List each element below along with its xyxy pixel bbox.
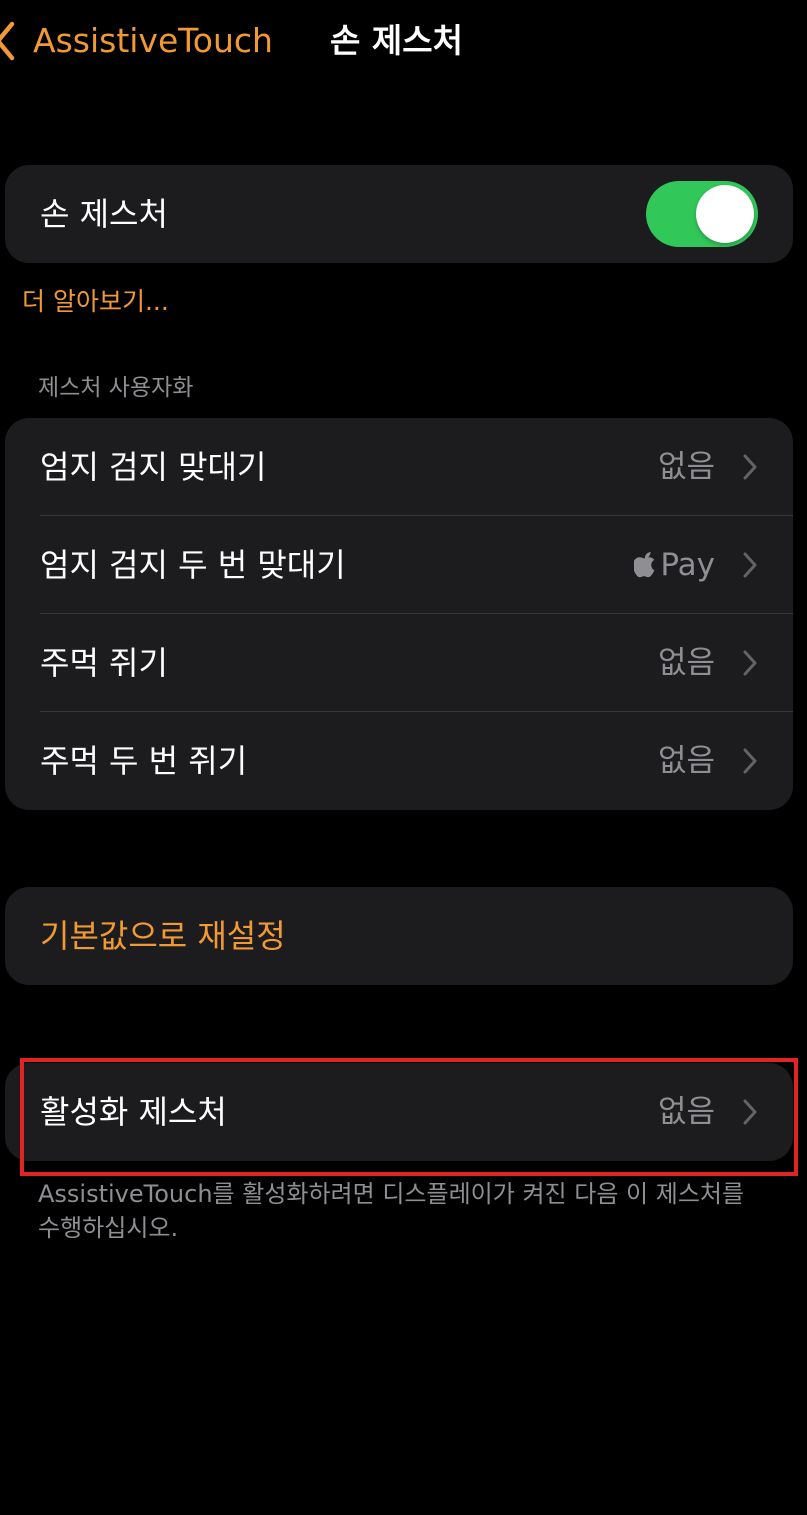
chevron-right-icon	[743, 748, 757, 774]
gesture-value: 없음	[657, 743, 715, 779]
gesture-row-double-pinch[interactable]: 엄지 검지 두 번 맞대기 Pay	[5, 516, 793, 614]
gesture-label: 엄지 검지 맞대기	[40, 448, 267, 486]
activation-gesture-row[interactable]: 활성화 제스처 없음	[5, 1063, 793, 1161]
apple-pay-text: Pay	[660, 547, 715, 583]
activation-footer-note: AssistiveTouch를 활성화하려면 디스플레이가 켜진 다음 이 제스…	[38, 1180, 745, 1242]
navigation-bar: AssistiveTouch 손 제스처	[0, 0, 807, 90]
learn-more-link[interactable]: 더 알아보기...	[22, 282, 169, 318]
hand-gesture-toggle-label: 손 제스처	[40, 195, 168, 233]
page-title: 손 제스처	[330, 21, 463, 60]
reset-defaults-label[interactable]: 기본값으로 재설정	[40, 887, 286, 985]
activation-gesture-label: 활성화 제스처	[40, 1093, 227, 1131]
hand-gesture-toggle-row: 손 제스처	[5, 165, 793, 263]
gesture-value: 없음	[657, 449, 715, 485]
gesture-label: 주먹 쥐기	[40, 644, 168, 682]
gesture-label: 엄지 검지 두 번 맞대기	[40, 546, 346, 584]
activation-gesture-group: 활성화 제스처 없음	[5, 1063, 793, 1161]
hand-gesture-toggle-group: 손 제스처	[5, 165, 793, 263]
gesture-label: 주먹 두 번 쥐기	[40, 742, 248, 780]
back-button-label[interactable]: AssistiveTouch	[33, 20, 273, 62]
activation-gesture-value: 없음	[657, 1094, 715, 1130]
toggle-knob	[696, 185, 754, 243]
chevron-right-icon	[743, 1099, 757, 1125]
chevron-left-icon[interactable]	[0, 20, 16, 62]
apple-logo-icon	[634, 552, 655, 578]
reset-defaults-button[interactable]: 기본값으로 재설정	[5, 887, 793, 985]
chevron-right-icon	[743, 552, 757, 578]
reset-group: 기본값으로 재설정	[5, 887, 793, 985]
gesture-customization-group: 엄지 검지 맞대기 없음 엄지 검지 두 번 맞대기 Pay 주먹 쥐기 없음 …	[5, 418, 793, 810]
gesture-row-clench[interactable]: 주먹 쥐기 없음	[5, 614, 793, 712]
gesture-row-pinch[interactable]: 엄지 검지 맞대기 없음	[5, 418, 793, 516]
chevron-right-icon	[743, 650, 757, 676]
hand-gesture-toggle-switch[interactable]	[646, 181, 758, 247]
chevron-right-icon	[743, 454, 757, 480]
gesture-value-apple-pay: Pay	[634, 516, 715, 614]
customize-section-header: 제스처 사용자화	[38, 375, 194, 401]
gesture-value: 없음	[657, 645, 715, 681]
gesture-row-double-clench[interactable]: 주먹 두 번 쥐기 없음	[5, 712, 793, 810]
